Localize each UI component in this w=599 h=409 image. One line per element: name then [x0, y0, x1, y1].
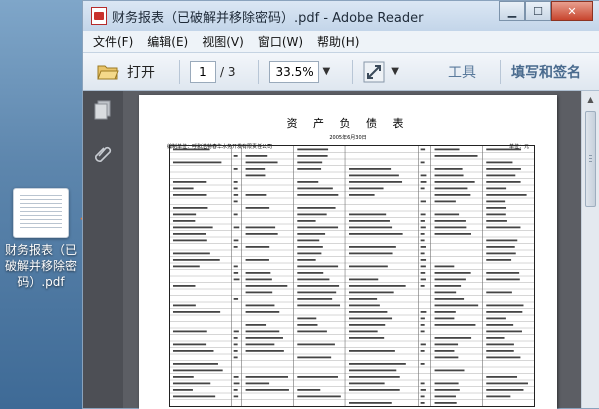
desktop-file-label: 财务报表（已破解并移除密码）.pdf: [4, 243, 77, 289]
paperclip-icon[interactable]: [92, 143, 114, 165]
maximize-button[interactable]: ☐: [525, 1, 551, 21]
menu-edit[interactable]: 编辑(E): [147, 33, 188, 50]
document-title: 资 产 负 债 表: [286, 117, 410, 130]
adobe-reader-window: 财务报表（已破解并移除密码）.pdf - Adobe Reader ▁ ☐ ✕ …: [82, 0, 599, 409]
title-bar[interactable]: 财务报表（已破解并移除密码）.pdf - Adobe Reader ▁ ☐ ✕: [83, 1, 599, 31]
table-grid: [170, 146, 534, 406]
page-thumbnails-icon[interactable]: [92, 99, 114, 121]
toolbar: 打开 1 / 3 33.5% ▼ ▼ 工具 填写和签名: [83, 53, 599, 91]
menu-window[interactable]: 窗口(W): [258, 33, 303, 50]
close-button[interactable]: ✕: [551, 1, 593, 21]
pdf-thumbnail-icon: [13, 188, 69, 238]
toolbar-divider: [352, 59, 354, 84]
navigation-pane: [83, 91, 123, 408]
document-date: 2005年6月30日: [329, 135, 367, 141]
zoom-input[interactable]: 33.5%: [268, 60, 319, 83]
vertical-scrollbar[interactable]: ▲: [581, 91, 599, 408]
document-view[interactable]: 资 产 负 债 表 2005年6月30日 编制单位：呼和浩特春华水务开发有限责任…: [123, 91, 581, 409]
chevron-down-icon[interactable]: ▼: [323, 66, 331, 77]
fill-sign-button[interactable]: 填写和签名: [511, 62, 581, 82]
balance-sheet-table: [169, 145, 535, 407]
open-button[interactable]: 打开: [127, 62, 155, 82]
page-total: / 3: [220, 64, 236, 79]
page-number-input[interactable]: 1: [190, 60, 216, 83]
toolbar-divider: [257, 59, 259, 84]
tools-button[interactable]: 工具: [448, 62, 476, 82]
folder-open-icon[interactable]: [97, 63, 119, 81]
menu-file[interactable]: 文件(F): [93, 33, 133, 50]
chevron-down-icon[interactable]: ▼: [391, 66, 399, 77]
pan-expand-icon[interactable]: [363, 61, 385, 83]
pdf-file-icon: [91, 7, 107, 25]
menu-view[interactable]: 视图(V): [202, 33, 244, 50]
toolbar-divider: [179, 59, 180, 84]
toolbar-divider: [500, 59, 501, 84]
menu-bar: 文件(F) 编辑(E) 视图(V) 窗口(W) 帮助(H): [83, 31, 599, 53]
minimize-button[interactable]: ▁: [499, 1, 525, 21]
window-title: 财务报表（已破解并移除密码）.pdf - Adobe Reader: [112, 10, 424, 26]
pdf-page: 资 产 负 债 表 2005年6月30日 编制单位：呼和浩特春华水务开发有限责任…: [139, 95, 557, 409]
scrollbar-thumb[interactable]: [585, 111, 596, 207]
menu-help[interactable]: 帮助(H): [317, 33, 359, 50]
workspace: 资 产 负 债 表 2005年6月30日 编制单位：呼和浩特春华水务开发有限责任…: [83, 91, 599, 409]
desktop-file-icon[interactable]: 财务报表（已破解并移除密码）.pdf: [2, 188, 80, 290]
scroll-up-icon[interactable]: ▲: [582, 91, 599, 107]
